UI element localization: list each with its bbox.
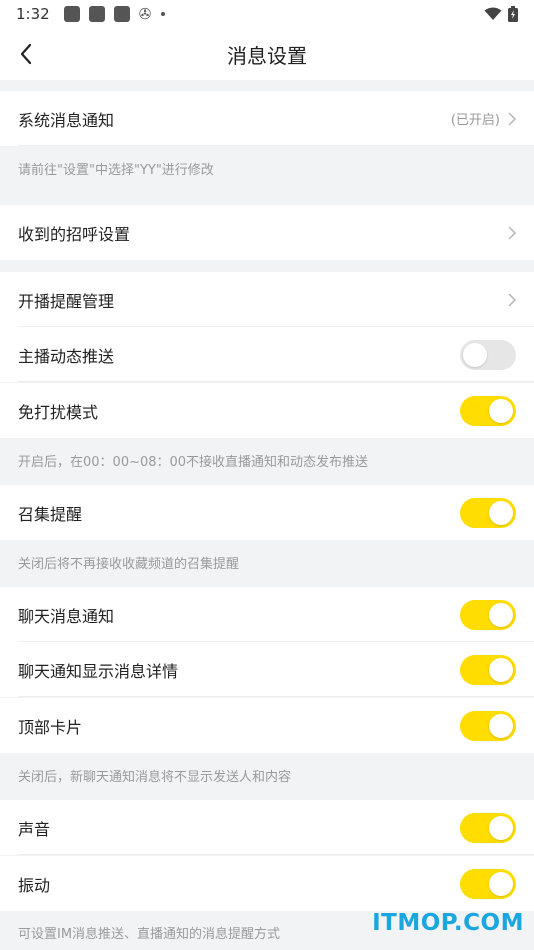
- vibrate-label: 振动: [18, 875, 51, 895]
- top-card-label: 顶部卡片: [18, 717, 83, 737]
- system-notify-label: 系统消息通知: [18, 110, 115, 130]
- anchor-push-row: 主播动态推送: [0, 327, 534, 382]
- back-button[interactable]: [10, 38, 42, 70]
- divider: [18, 145, 534, 146]
- chevron-right-icon: [508, 225, 516, 240]
- toggle-knob: [489, 602, 513, 627]
- chat-notify-label: 聊天消息通知: [18, 606, 115, 626]
- notification-icon: [63, 6, 80, 22]
- divider: [18, 696, 534, 697]
- chat-notify-toggle[interactable]: [460, 599, 516, 630]
- toggle-knob: [489, 815, 513, 840]
- toggle-knob: [489, 713, 513, 738]
- chat-notify-row: 聊天消息通知: [0, 587, 534, 642]
- toggle-knob: [489, 500, 513, 525]
- vibrate-hint: 可设置IM消息推送、直播通知的消息提醒方式: [18, 927, 281, 942]
- toggle-knob: [489, 398, 513, 423]
- more-notifications-icon: [161, 12, 166, 16]
- chat-detail-row: 聊天通知显示消息详情: [0, 642, 534, 697]
- vibrate-row: 振动: [0, 856, 534, 911]
- chat-detail-toggle[interactable]: [460, 654, 516, 685]
- nav-bar: 消息设置: [0, 28, 534, 80]
- system-notify-status: (已开启): [450, 113, 500, 128]
- chevron-left-icon: [20, 43, 32, 65]
- live-remind-row[interactable]: 开播提醒管理: [0, 272, 534, 327]
- greeting-settings-row[interactable]: 收到的招呼设置: [0, 205, 534, 260]
- gather-remind-toggle[interactable]: [460, 497, 516, 528]
- top-card-toggle[interactable]: [460, 710, 516, 741]
- system-notify-hint: 请前往"设置"中选择"YY"进行修改: [18, 163, 214, 178]
- gather-remind-hint: 关闭后将不再接收收藏频道的召集提醒: [18, 557, 240, 572]
- toggle-knob: [489, 657, 513, 682]
- chevron-right-icon: [508, 292, 516, 307]
- dnd-mode-hint: 开启后，在00：00~08：00不接收直播通知和动态发布推送: [18, 455, 369, 470]
- sound-label: 声音: [18, 819, 51, 839]
- dnd-mode-toggle[interactable]: [460, 395, 516, 426]
- divider: [18, 381, 534, 382]
- toggle-knob: [489, 871, 513, 896]
- sound-toggle[interactable]: [460, 812, 516, 843]
- anchor-push-toggle[interactable]: [460, 339, 516, 370]
- wifi-icon: [484, 7, 502, 20]
- chevron-right-icon: [508, 111, 516, 126]
- greeting-settings-label: 收到的招呼设置: [18, 224, 131, 244]
- gather-remind-row: 召集提醒: [0, 485, 534, 540]
- chat-detail-label: 聊天通知显示消息详情: [18, 661, 179, 681]
- sound-row: 声音: [0, 800, 534, 855]
- notification-icon: [113, 6, 130, 22]
- status-time: 1:32: [16, 5, 50, 23]
- gather-remind-label: 召集提醒: [18, 504, 83, 524]
- dnd-mode-label: 免打扰模式: [18, 402, 99, 422]
- top-card-row: 顶部卡片: [0, 698, 534, 753]
- page-title: 消息设置: [227, 43, 307, 68]
- vibrate-toggle[interactable]: [460, 868, 516, 899]
- divider: [18, 854, 534, 855]
- watermark: ITMOP.COM: [372, 910, 524, 936]
- live-remind-label: 开播提醒管理: [18, 291, 115, 311]
- dnd-mode-row: 免打扰模式: [0, 383, 534, 438]
- system-notify-row[interactable]: 系统消息通知 (已开启): [0, 91, 534, 146]
- toggle-knob: [463, 342, 487, 367]
- anchor-push-label: 主播动态推送: [18, 346, 115, 366]
- settings-screen: 1:32 ✇ 消息设置 系统消息通知 (已开启) 请前往"设置"中选择"YY"进…: [0, 0, 534, 950]
- top-card-hint: 关闭后，新聊天通知消息将不显示发送人和内容: [18, 770, 292, 785]
- status-bar: 1:32 ✇: [0, 0, 534, 28]
- battery-icon: [508, 6, 518, 22]
- notification-icon: [88, 6, 105, 22]
- aperture-icon: ✇: [138, 5, 152, 23]
